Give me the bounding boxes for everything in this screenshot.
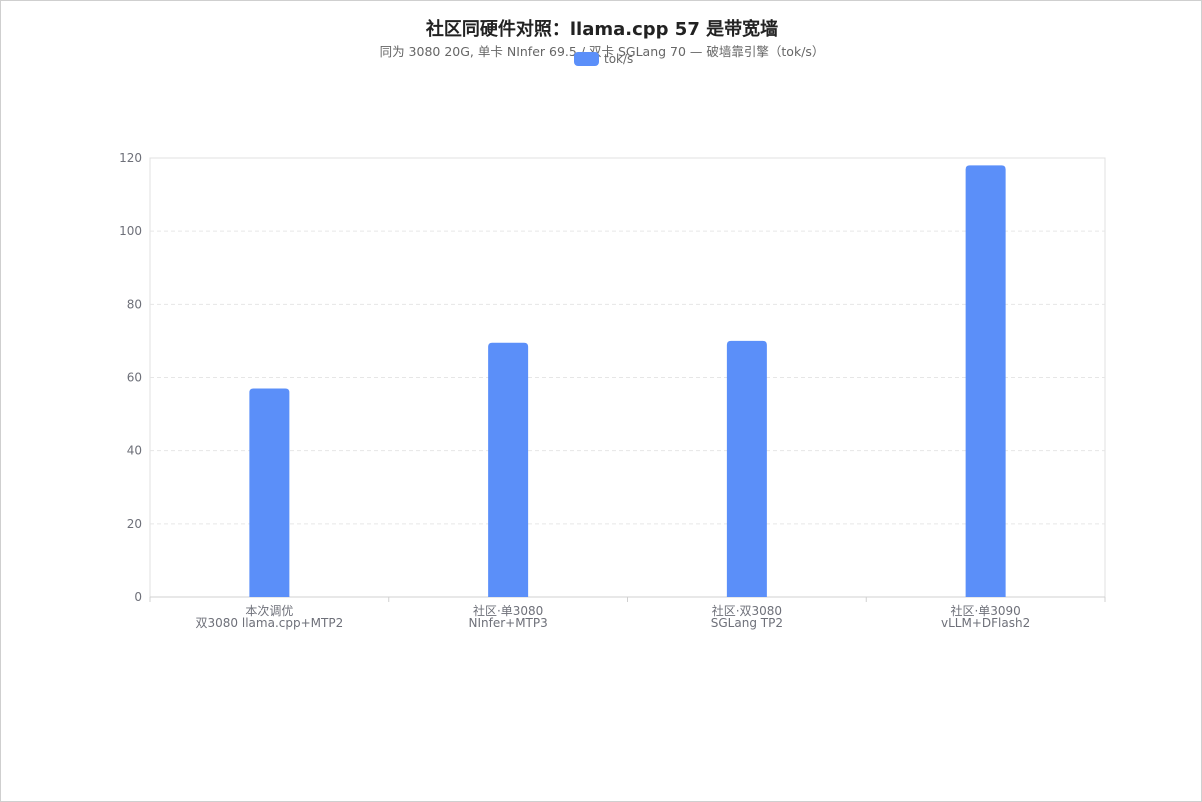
y-tick-label: 20 <box>127 517 142 531</box>
bar <box>249 388 290 597</box>
bar <box>726 340 767 597</box>
y-tick-label: 100 <box>119 224 142 238</box>
x-tick-label: NInfer+MTP3 <box>468 616 547 630</box>
y-tick-label: 80 <box>127 297 142 311</box>
x-tick-label: 双3080 llama.cpp+MTP2 <box>196 616 344 630</box>
bar-chart: 020406080100120本次调优双3080 llama.cpp+MTP2社… <box>119 151 1106 630</box>
x-tick-label: vLLM+DFlash2 <box>941 616 1030 630</box>
chart-frame: 社区同硬件对照：llama.cpp 57 是带宽墙 同为 3080 20G, 单… <box>0 0 1202 802</box>
y-tick-label: 0 <box>134 590 142 604</box>
bar <box>488 342 529 597</box>
x-tick-label: SGLang TP2 <box>711 616 783 630</box>
y-tick-label: 40 <box>127 444 142 458</box>
bar <box>965 165 1006 598</box>
y-tick-label: 60 <box>127 371 142 385</box>
y-tick-label: 120 <box>119 151 142 165</box>
